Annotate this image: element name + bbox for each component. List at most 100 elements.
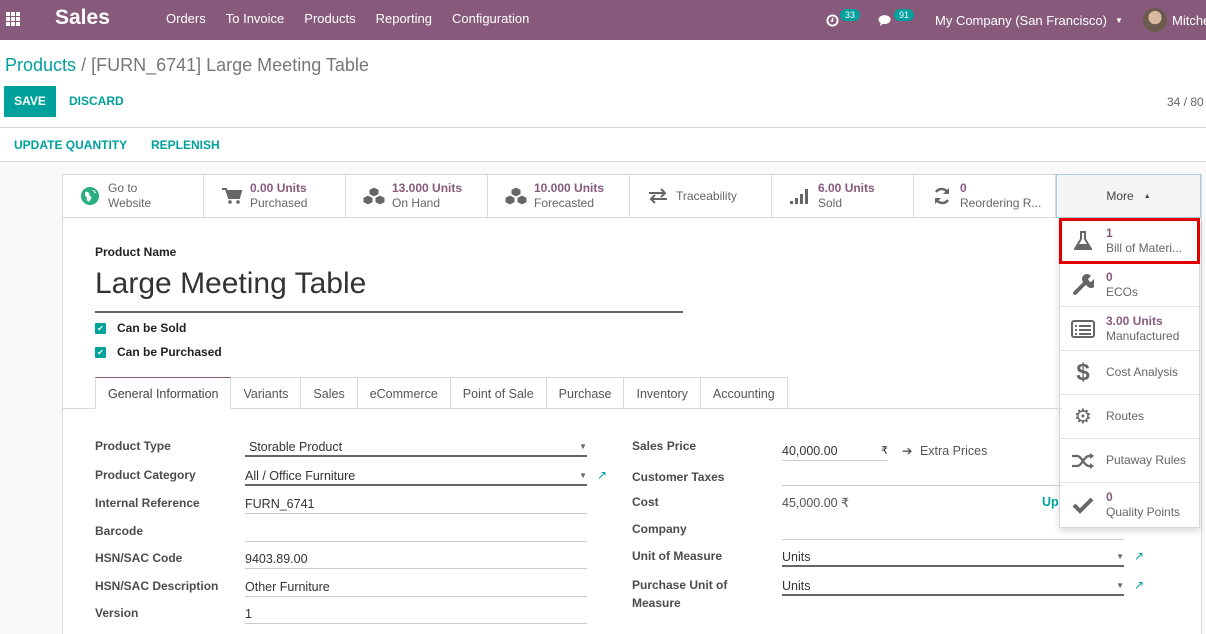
purchase-uom-select[interactable]: Units ▼ — [782, 576, 1124, 596]
more-button[interactable]: More ▲ — [1056, 174, 1201, 218]
main-menu: Orders To Invoice Products Reporting Con… — [166, 11, 549, 26]
can-be-sold-label: Can be Sold — [117, 321, 187, 335]
wrench-icon — [1060, 273, 1106, 296]
uom-value: Units — [782, 550, 811, 564]
smart-button-reordering[interactable]: 0 Reordering R... — [914, 174, 1056, 218]
caret-down-icon: ▼ — [579, 442, 587, 451]
product-category-label: Product Category — [95, 468, 196, 482]
cubes-icon — [356, 186, 392, 206]
smart-button-purchased[interactable]: 0.00 Units Purchased — [204, 174, 346, 218]
app-name[interactable]: Sales — [55, 6, 110, 30]
arrow-right-icon: ➔ — [902, 444, 913, 458]
smart-button-sold[interactable]: 6.00 Units Sold — [772, 174, 914, 218]
tab-sales[interactable]: Sales — [301, 377, 358, 409]
dropdown-item-routes[interactable]: ⚙ Routes — [1060, 395, 1199, 439]
tab-accounting[interactable]: Accounting — [700, 377, 788, 409]
smart-button-label: Purchased — [250, 196, 308, 210]
hsn-code-label: HSN/SAC Code — [95, 551, 183, 565]
smart-button-label: Sold — [818, 196, 843, 210]
customer-taxes-input[interactable] — [782, 466, 1062, 486]
smart-button-traceability[interactable]: Traceability — [630, 174, 772, 218]
sales-price-input[interactable]: 40,000.00 ₹ — [782, 441, 888, 461]
menu-configuration[interactable]: Configuration — [452, 11, 529, 26]
tab-ecommerce[interactable]: eCommerce — [357, 377, 451, 409]
dropdown-item-manufactured[interactable]: 3.00 Units Manufactured — [1060, 307, 1199, 351]
breadcrumb-products[interactable]: Products — [5, 55, 76, 75]
checkbox-checked-icon: ✔ — [95, 346, 106, 358]
can-be-purchased-checkbox[interactable]: ✔ Can be Purchased — [95, 345, 222, 359]
activity-button[interactable]: 33 — [826, 0, 861, 40]
dropdown-item-cost-analysis[interactable]: $ Cost Analysis — [1060, 351, 1199, 395]
external-link-icon[interactable]: ↗ — [1134, 549, 1144, 563]
company-switcher[interactable]: My Company (San Francisco) ▼ — [935, 0, 1123, 40]
menu-reporting[interactable]: Reporting — [376, 11, 432, 26]
smart-button-label: Website — [108, 196, 152, 210]
purchase-uom-label: Purchase Unit of Measure — [632, 578, 728, 610]
update-cost-link[interactable]: Up — [1042, 495, 1059, 509]
barcode-input[interactable] — [245, 522, 587, 542]
external-link-icon[interactable]: ↗ — [597, 468, 607, 482]
smart-button-on-hand[interactable]: 13.000 Units On Hand — [346, 174, 488, 218]
sales-price-label: Sales Price — [632, 439, 697, 453]
product-category-select[interactable]: All / Office Furniture ▼ — [245, 466, 587, 486]
tab-general-information[interactable]: General Information — [95, 377, 232, 409]
can-be-sold-checkbox[interactable]: ✔ Can be Sold — [95, 321, 186, 335]
discard-button[interactable]: DISCARD — [69, 94, 124, 108]
clock-icon — [826, 13, 839, 27]
message-badge: 91 — [894, 9, 915, 21]
smart-button-forecasted[interactable]: 10.000 Units Forecasted — [488, 174, 630, 218]
tab-point-of-sale[interactable]: Point of Sale — [450, 377, 547, 409]
cart-icon — [214, 187, 250, 205]
cost-label: Cost — [632, 495, 659, 509]
replenish-button[interactable]: REPLENISH — [151, 138, 220, 152]
dropdown-item-value: 0 — [1106, 490, 1113, 504]
dropdown-item-label: Manufactured — [1106, 328, 1180, 343]
dropdown-item-ecos[interactable]: 0 ECOs — [1060, 263, 1199, 307]
product-type-value: Storable Product — [249, 440, 343, 454]
menu-products[interactable]: Products — [304, 11, 355, 26]
tab-variants[interactable]: Variants — [231, 377, 302, 409]
company-label: Company — [632, 522, 687, 536]
menu-orders[interactable]: Orders — [166, 11, 206, 26]
update-quantity-button[interactable]: UPDATE QUANTITY — [14, 138, 127, 152]
external-link-icon[interactable]: ↗ — [1134, 578, 1144, 592]
hsn-description-input[interactable]: Other Furniture — [245, 577, 587, 597]
product-type-select[interactable]: Storable Product ▼ — [245, 437, 587, 457]
tab-inventory[interactable]: Inventory — [624, 377, 701, 409]
currency-symbol: ₹ — [881, 445, 888, 457]
smart-button-label: On Hand — [392, 196, 441, 210]
smart-button-value: 13.000 Units — [392, 181, 463, 195]
product-name-input[interactable]: Large Meeting Table — [95, 267, 683, 313]
save-button[interactable]: SAVE — [4, 86, 56, 117]
apps-menu-icon[interactable] — [6, 12, 20, 26]
dropdown-item-putaway-rules[interactable]: Putaway Rules — [1060, 439, 1199, 483]
user-avatar — [1143, 8, 1167, 32]
dropdown-item-label: Bill of Materi... — [1106, 240, 1183, 255]
product-name-label: Product Name — [95, 245, 177, 259]
exchange-icon — [640, 188, 676, 204]
menu-to-invoice[interactable]: To Invoice — [226, 11, 285, 26]
smart-buttons: Go to Website 0.00 Units Purchased 13.000 … — [62, 174, 1202, 218]
uom-select[interactable]: Units ▼ — [782, 547, 1124, 567]
pager-value[interactable]: 34 / 80 — [1167, 95, 1204, 109]
smart-button-value: 0.00 Units — [250, 181, 307, 195]
messaging-button[interactable]: 91 — [878, 0, 915, 40]
internal-reference-input[interactable]: FURN_6741 — [245, 494, 587, 514]
extra-prices-button[interactable]: ➔ Extra Prices — [902, 443, 987, 458]
company-input[interactable] — [782, 520, 1124, 540]
notebook-tabs: General Information Variants Sales eComm… — [95, 377, 788, 409]
more-dropdown: 1 Bill of Materi... 0 ECOs 3.00 Units Manuf… — [1059, 218, 1200, 528]
hsn-code-input[interactable]: 9403.89.00 — [245, 549, 587, 569]
globe-icon — [72, 186, 108, 206]
smart-button-label: Reordering R... — [960, 196, 1042, 210]
smart-button-value: 10.000 Units — [534, 181, 605, 195]
dropdown-item-bill-of-materials[interactable]: 1 Bill of Materi... — [1059, 218, 1200, 264]
company-name: My Company (San Francisco) — [935, 12, 1107, 28]
tab-purchase[interactable]: Purchase — [546, 377, 625, 409]
version-input[interactable]: 1 — [245, 604, 587, 624]
customer-taxes-label: Customer Taxes — [632, 470, 725, 484]
user-menu[interactable]: Mitche — [1143, 0, 1206, 40]
smart-button-label: Traceability — [676, 188, 737, 203]
dropdown-item-label: ECOs — [1106, 284, 1139, 299]
smart-button-website[interactable]: Go to Website — [62, 174, 204, 218]
